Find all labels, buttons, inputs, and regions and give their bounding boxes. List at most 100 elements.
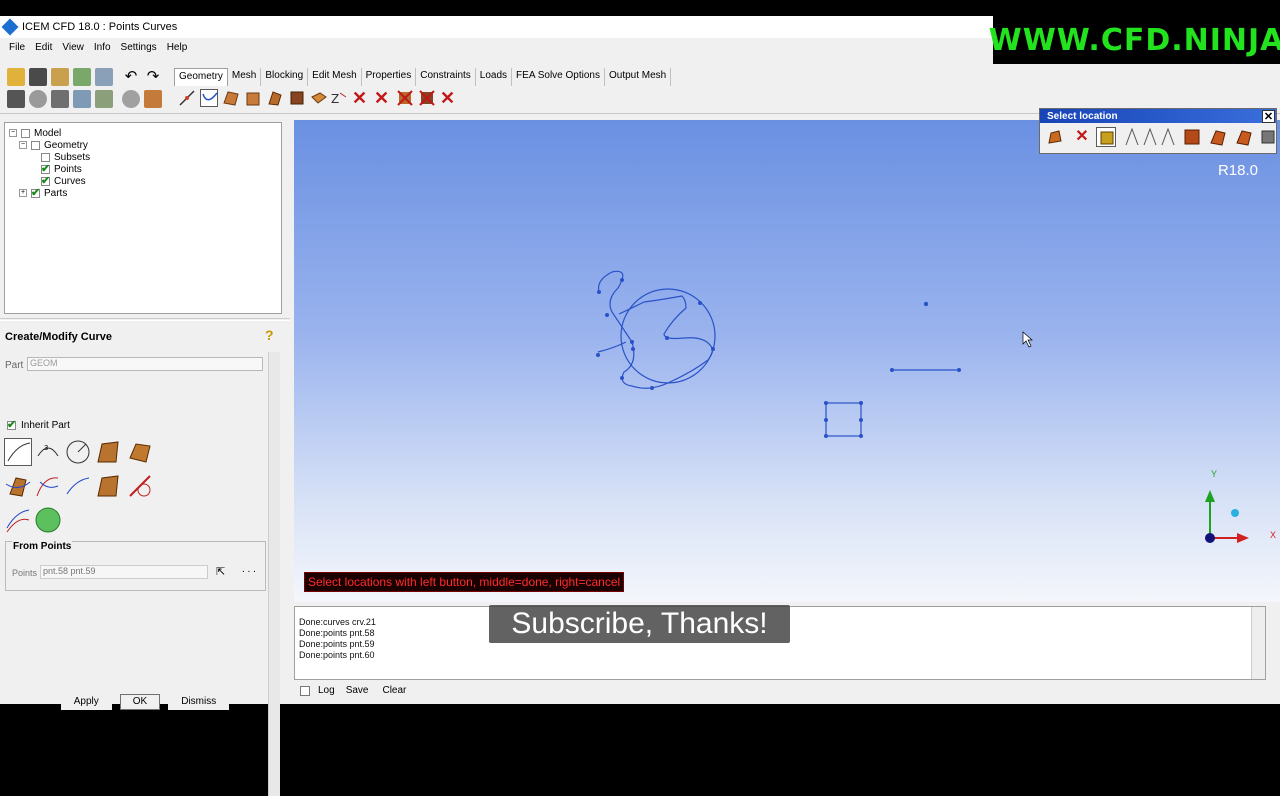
arc-from-points-icon[interactable]: 3 [34, 438, 62, 466]
apply-button[interactable]: Apply [60, 694, 112, 710]
modify-curve-icon[interactable] [126, 472, 154, 500]
tab-mesh[interactable]: Mesh [228, 68, 262, 86]
create-point-icon[interactable] [178, 89, 196, 107]
segment-curve-icon[interactable] [34, 472, 62, 500]
save-icon[interactable] [29, 68, 47, 86]
delete-curve-icon[interactable]: ✕ [374, 89, 392, 107]
tab-blocking[interactable]: Blocking [261, 68, 309, 86]
panel-scrollbar[interactable] [268, 352, 280, 796]
video-subtitle: Subscribe, Thanks! [489, 605, 790, 643]
create-curve-icon[interactable] [200, 89, 218, 107]
menu-help[interactable]: Help [162, 42, 193, 53]
measure-icon[interactable] [51, 90, 69, 108]
select-hand-icon[interactable] [1045, 127, 1065, 147]
create-body-icon[interactable] [244, 89, 262, 107]
message-scrollbar[interactable] [1251, 607, 1265, 679]
subsets-checkbox[interactable] [41, 152, 50, 162]
zoom-icon[interactable] [29, 90, 47, 108]
select-body-location-icon[interactable] [1208, 127, 1228, 147]
tab-geometry[interactable]: Geometry [174, 68, 228, 86]
circle-from-center-icon[interactable] [64, 438, 92, 466]
inherit-part-option[interactable]: Inherit Part [7, 418, 70, 431]
from-points-icon[interactable] [4, 438, 32, 466]
log-checkbox[interactable] [300, 685, 310, 696]
delete-point-icon[interactable]: ✕ [352, 89, 370, 107]
tab-properties[interactable]: Properties [362, 68, 417, 86]
expand-icon[interactable]: + [19, 189, 27, 197]
solid-view-icon[interactable] [122, 90, 140, 108]
inherit-part-checkbox[interactable] [7, 418, 16, 431]
surface-parameter-icon[interactable] [94, 438, 122, 466]
concatenate-curve-icon[interactable] [64, 472, 92, 500]
surface-intersection-icon[interactable] [126, 438, 154, 466]
mesh-io-icon[interactable] [73, 68, 91, 86]
select-vertex-icon[interactable] [1258, 127, 1278, 147]
collapse-icon[interactable]: − [19, 141, 27, 149]
screen-location-icon[interactable] [1122, 127, 1142, 147]
midline-icon[interactable] [4, 506, 32, 534]
blocking-io-icon[interactable] [95, 68, 113, 86]
menu-file[interactable]: File [4, 42, 30, 53]
tree-model[interactable]: − Model [9, 127, 61, 139]
select-xyz-icon[interactable] [1140, 127, 1160, 147]
tab-edit-mesh[interactable]: Edit Mesh [308, 68, 362, 86]
refresh-icon[interactable] [73, 90, 91, 108]
tree-geometry[interactable]: − Geometry [19, 139, 88, 151]
tab-loads[interactable]: Loads [476, 68, 513, 86]
points-more-button[interactable]: . . . [242, 564, 256, 575]
select-point-icon[interactable] [1096, 127, 1116, 147]
fit-window-icon[interactable] [7, 90, 25, 108]
dismiss-button[interactable]: Dismiss [168, 694, 230, 710]
extract-edges-icon[interactable] [94, 472, 122, 500]
tree-parts[interactable]: + Parts [19, 186, 67, 199]
delete-body-icon[interactable] [418, 89, 436, 107]
help-icon[interactable]: ? [265, 327, 277, 343]
tab-output-mesh[interactable]: Output Mesh [605, 68, 672, 86]
panel-splitter[interactable] [0, 318, 290, 321]
geometry-canvas[interactable] [294, 120, 1280, 602]
undo-icon[interactable]: ↶ [122, 68, 140, 86]
cancel-select-icon[interactable]: ✕ [1072, 127, 1092, 147]
create-surface-icon[interactable] [222, 89, 240, 107]
create-faceted-icon[interactable] [266, 89, 284, 107]
repair-geometry-icon[interactable] [288, 89, 306, 107]
select-surface-location-icon[interactable] [1182, 127, 1202, 147]
tab-constraints[interactable]: Constraints [416, 68, 476, 86]
graphics-viewport[interactable]: R18.0 Y X Select locations with left but… [294, 120, 1280, 602]
part-select[interactable]: GEOM [27, 357, 263, 371]
points-checkbox[interactable] [41, 162, 50, 175]
points-input[interactable]: pnt.58 pnt.59 [40, 565, 208, 579]
redo-icon[interactable]: ↷ [144, 68, 162, 86]
menu-edit[interactable]: Edit [30, 42, 57, 53]
shaded-view-icon[interactable] [144, 90, 162, 108]
view-icon[interactable] [95, 90, 113, 108]
menu-view[interactable]: View [57, 42, 89, 53]
delete-any-entity-icon[interactable]: ✕ [440, 89, 458, 107]
collapse-icon[interactable]: − [9, 129, 17, 137]
curves-checkbox[interactable] [41, 174, 50, 187]
select-location-header[interactable]: Select location ✕ [1040, 109, 1276, 123]
model-checkbox[interactable] [21, 128, 30, 138]
message-line: Done:curves crv.21 [299, 617, 376, 627]
menu-settings[interactable]: Settings [116, 42, 162, 53]
open-icon[interactable] [7, 68, 25, 86]
close-icon[interactable]: ✕ [1262, 109, 1275, 123]
geometry-checkbox[interactable] [31, 140, 40, 150]
sphere-icon[interactable] [34, 506, 62, 534]
menu-info[interactable]: Info [89, 42, 116, 53]
project-curve-icon[interactable] [4, 472, 32, 500]
save-log-button[interactable]: Save [343, 684, 372, 697]
geometry-io-icon[interactable] [51, 68, 69, 86]
select-cursor-icon[interactable]: ⇱ [216, 565, 225, 578]
clear-log-button[interactable]: Clear [379, 684, 409, 697]
tree-curves[interactable]: Curves [41, 174, 86, 187]
ok-button[interactable]: OK [119, 694, 161, 710]
from-points-title: From Points [12, 541, 73, 552]
parts-checkbox[interactable] [31, 186, 40, 199]
geometry-transform-icon[interactable] [310, 89, 328, 107]
delete-surface-icon[interactable] [396, 89, 414, 107]
select-node-icon[interactable] [1234, 127, 1254, 147]
tab-fea-solve-options[interactable]: FEA Solve Options [512, 68, 605, 86]
restore-entities-icon[interactable]: Z [330, 89, 348, 107]
select-curve-location-icon[interactable] [1158, 127, 1178, 147]
